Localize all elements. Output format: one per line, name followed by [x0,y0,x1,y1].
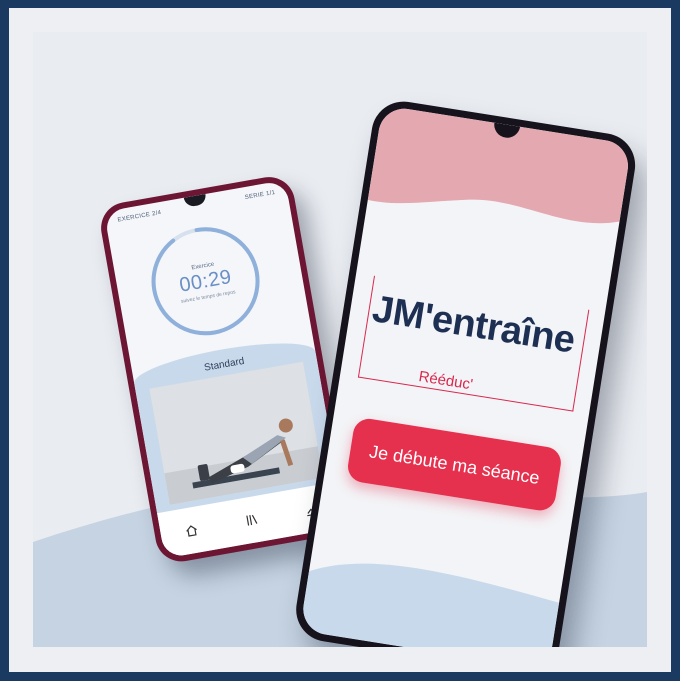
home-icon[interactable] [183,522,199,538]
product-scene: EXERCICE 2/4 SERIE 1/1 Exercice 00:29 su… [33,32,647,647]
library-icon[interactable] [244,512,260,528]
start-session-button[interactable]: Je débute ma séance [345,416,564,513]
timer-display: Exercice 00:29 suivez le temps de repos [141,216,271,346]
image-frame: EXERCICE 2/4 SERIE 1/1 Exercice 00:29 su… [9,8,671,672]
camera-notch [183,193,208,208]
exercise-counter: EXERCICE 2/4 [117,209,162,224]
series-counter: SERIE 1/1 [244,189,276,202]
bottom-blue-wave [299,563,560,647]
